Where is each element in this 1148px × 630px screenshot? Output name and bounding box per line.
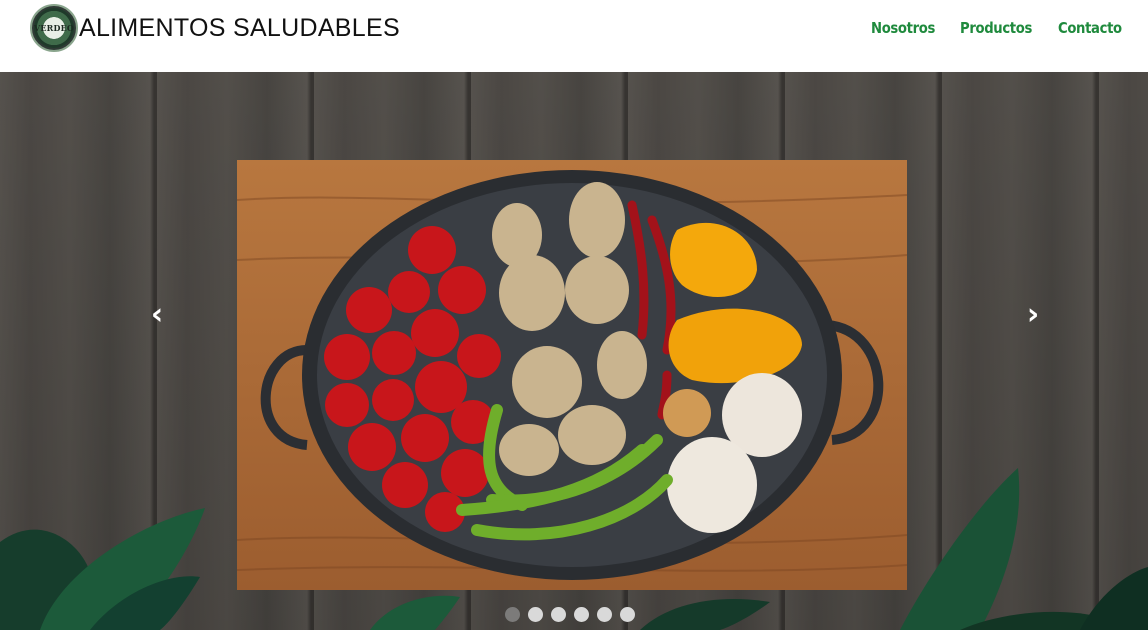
carousel-prev-button[interactable]: ‹	[142, 294, 172, 334]
carousel-dot-3[interactable]	[551, 607, 566, 622]
hero-section: ‹ ›	[0, 72, 1148, 630]
brand-logo[interactable]: VERDEO	[30, 4, 78, 52]
nav-link-contacto[interactable]: Contacto	[1058, 19, 1122, 37]
nav-link-productos[interactable]: Productos	[960, 19, 1032, 37]
carousel-dot-2[interactable]	[528, 607, 543, 622]
carousel-next-button[interactable]: ›	[1018, 294, 1048, 334]
logo-text: VERDEO	[33, 23, 75, 33]
carousel-indicators	[505, 607, 635, 622]
carousel-dot-6[interactable]	[620, 607, 635, 622]
carousel-slide-image	[237, 160, 907, 590]
site-header: VERDEO ALIMENTOS SALUDABLES Nosotros Pro…	[0, 0, 1148, 72]
carousel-dot-1[interactable]	[505, 607, 520, 622]
main-nav: Nosotros Productos Contacto	[871, 19, 1130, 37]
nav-link-nosotros[interactable]: Nosotros	[871, 19, 935, 37]
carousel-dot-4[interactable]	[574, 607, 589, 622]
vegetables-in-pan-image	[237, 160, 907, 590]
carousel-dot-5[interactable]	[597, 607, 612, 622]
brand-title: ALIMENTOS SALUDABLES	[79, 14, 400, 42]
